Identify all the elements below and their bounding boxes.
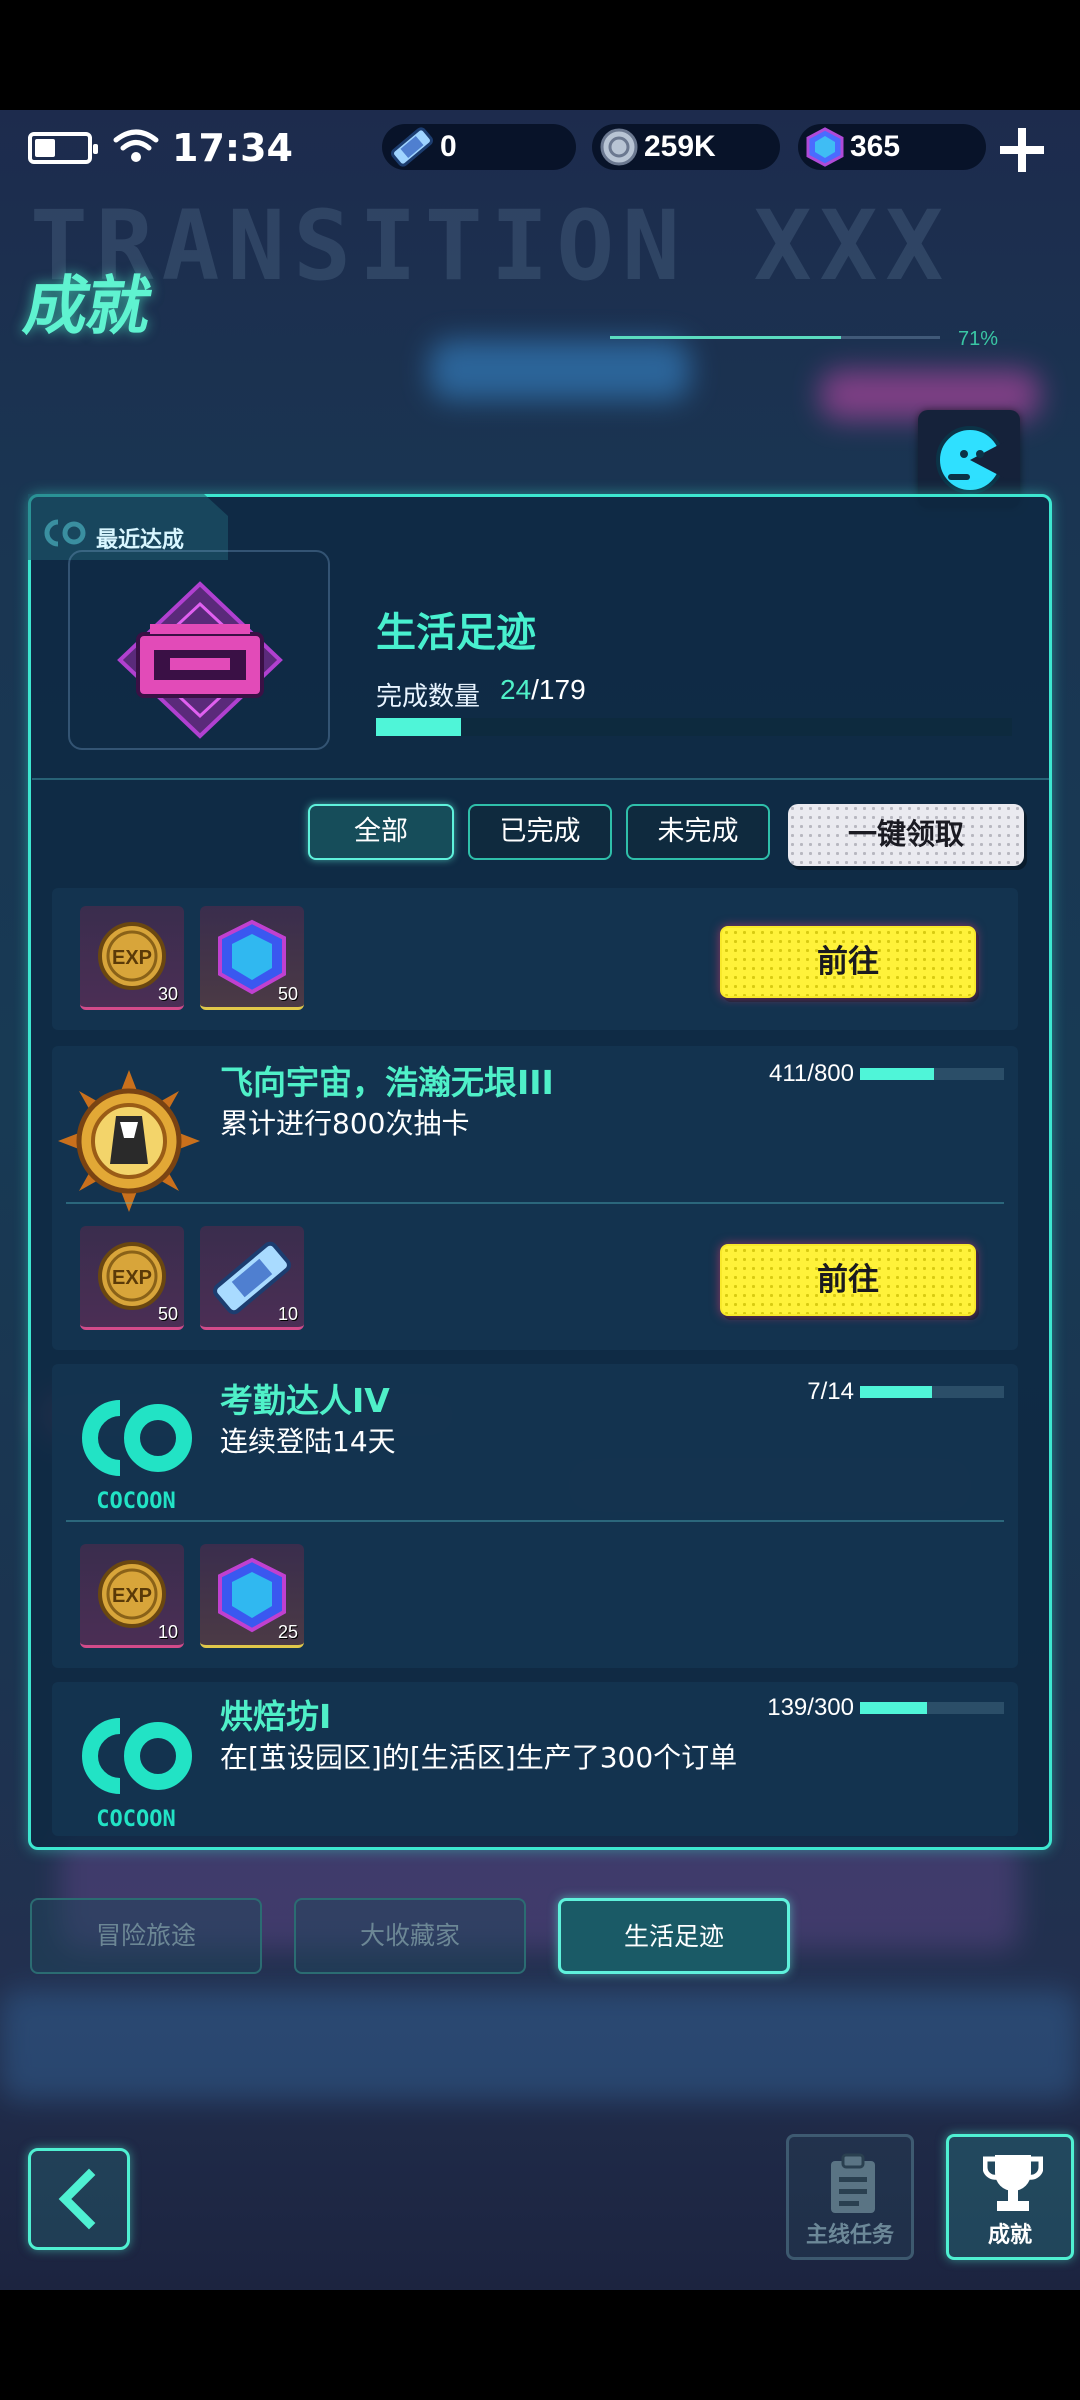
wifi-icon: [113, 129, 159, 162]
coin-icon: [600, 128, 638, 166]
reward-exp: EXP 10: [80, 1544, 184, 1648]
go-button[interactable]: 前往: [720, 1244, 976, 1316]
divider: [66, 1520, 1004, 1522]
filter-all-tab[interactable]: 全部: [308, 804, 454, 860]
reward-qty: 10: [277, 1304, 298, 1324]
achievement-description: 在[茧设园区]的[生活区]生产了300个订单: [220, 1741, 738, 1774]
back-button[interactable]: [28, 2148, 130, 2250]
cocoon-logo-icon: COCOON: [82, 1400, 192, 1514]
category-tab-life[interactable]: 生活足迹: [558, 1898, 790, 1974]
clock: 17:34: [172, 126, 293, 170]
page-title: 成就: [18, 270, 156, 344]
reward-gem: 25: [200, 1544, 304, 1648]
achievement-card: COCOON 烘焙坊I 在[茧设园区]的[生活区]生产了300个订单 139/3…: [52, 1682, 1018, 1836]
reward-qty: 10: [157, 1622, 178, 1642]
battery-icon: [28, 132, 98, 164]
svg-text:EXP: EXP: [112, 1267, 152, 1289]
reward-qty: 25: [277, 1622, 298, 1642]
divider: [32, 778, 1050, 780]
go-button[interactable]: 前往: [720, 926, 976, 998]
gem-count: 365: [850, 130, 901, 163]
coin-count: 259K: [644, 130, 716, 163]
reward-exp: EXP 50: [80, 1226, 184, 1330]
gold-spiked-badge-icon: [58, 1070, 200, 1212]
achievement-progress-bar: [860, 1386, 1004, 1398]
add-currency-button[interactable]: [994, 124, 1050, 180]
completion-total: /179: [531, 674, 586, 705]
achievement-card: 飞向宇宙，浩瀚无垠III 累计进行800次抽卡 411/800 EXP 50 1…: [52, 1046, 1018, 1350]
radio-badge-icon: [117, 581, 283, 739]
ticket-icon: [391, 127, 433, 167]
reward-exp: EXP 30: [80, 906, 184, 1010]
completion-count-label: 完成数量: [376, 682, 481, 712]
gem-icon: [806, 127, 844, 167]
achievements-nav-label: 成就: [987, 2223, 1032, 2248]
achievement-progress-bar: [860, 1068, 1004, 1080]
main-quest-label: 主线任务: [805, 2223, 894, 2248]
header-progress-text: 71%: [958, 328, 999, 350]
reward-gem: 50: [200, 906, 304, 1010]
header-progress-line: [610, 336, 940, 339]
achievement-progress-bar: [860, 1702, 1004, 1714]
reward-ticket: 10: [200, 1226, 304, 1330]
achievements-nav-button[interactable]: 成就: [946, 2134, 1074, 2260]
recent-achievement-name: 生活足迹: [376, 610, 536, 656]
achievement-title: 考勤达人IV: [220, 1381, 390, 1420]
gem-counter[interactable]: 365: [798, 124, 986, 170]
ticket-count: 0: [440, 130, 457, 163]
main-quest-button[interactable]: 主线任务: [786, 2134, 914, 2260]
achievement-progress: 139/300: [767, 1694, 854, 1721]
cocoon-logo-text: COCOON: [96, 1807, 175, 1832]
achievement-title: 飞向宇宙，浩瀚无垠III: [220, 1063, 554, 1102]
completion-count: 24/179: [500, 674, 586, 706]
filter-completed-tab[interactable]: 已完成: [468, 804, 612, 860]
reward-qty: 50: [277, 984, 298, 1004]
bg-glow: [430, 340, 690, 400]
divider: [66, 1202, 1004, 1204]
achievement-card: COCOON 考勤达人IV 连续登陆14天 7/14 EXP 10 25: [52, 1364, 1018, 1668]
cocoon-logo-text: COCOON: [96, 1489, 175, 1514]
completion-done: 24: [500, 674, 532, 705]
cocoon-logo-icon: [44, 519, 86, 547]
claim-all-button[interactable]: 一键领取: [788, 804, 1024, 866]
achievement-description: 累计进行800次抽卡: [220, 1107, 470, 1140]
achievement-progress: 411/800: [769, 1060, 854, 1087]
category-tab-collector[interactable]: 大收藏家: [294, 1898, 526, 1974]
trophy-icon: [983, 2155, 1043, 2211]
cocoon-logo-icon: COCOON: [82, 1718, 192, 1832]
filter-incomplete-tab[interactable]: 未完成: [626, 804, 770, 860]
ticket-counter[interactable]: 0: [382, 124, 576, 170]
coin-counter[interactable]: 259K: [592, 124, 780, 170]
reward-qty: 50: [157, 1304, 178, 1324]
achievement-card: EXP 30 50 前往: [52, 888, 1018, 1030]
chevron-left-icon: [58, 2168, 96, 2230]
category-tab-adventure[interactable]: 冒险旅途: [30, 1898, 262, 1974]
clipboard-icon: [831, 2153, 875, 2213]
achievement-progress: 7/14: [807, 1378, 854, 1405]
bg-glow: [0, 1990, 1080, 2100]
svg-text:EXP: EXP: [112, 947, 152, 969]
achievement-title: 烘焙坊I: [220, 1697, 332, 1736]
reward-qty: 30: [157, 984, 178, 1004]
completion-progress-bar: [376, 718, 1012, 736]
status-bar: 17:34 0 259K 365: [0, 110, 1080, 190]
achievement-description: 连续登陆14天: [220, 1425, 396, 1458]
header-decoration: TRANSITION XXX: [30, 190, 952, 302]
svg-text:EXP: EXP: [112, 1585, 152, 1607]
